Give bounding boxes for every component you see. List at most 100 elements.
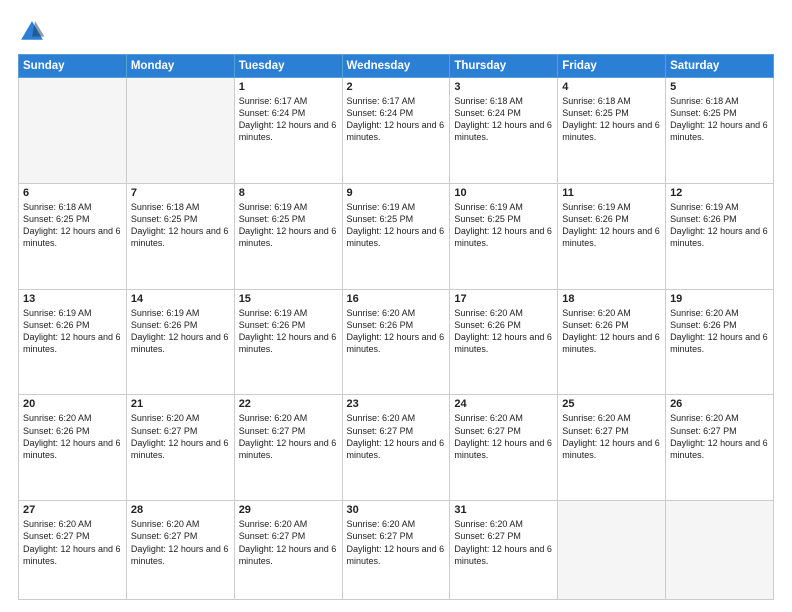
- day-info: Sunrise: 6:20 AM Sunset: 6:27 PM Dayligh…: [239, 518, 338, 567]
- day-number: 20: [23, 398, 122, 410]
- day-info: Sunrise: 6:20 AM Sunset: 6:27 PM Dayligh…: [131, 412, 230, 461]
- day-number: 7: [131, 187, 230, 199]
- calendar-cell: 19Sunrise: 6:20 AM Sunset: 6:26 PM Dayli…: [666, 289, 774, 395]
- calendar-cell: 31 Sunrise: 6:20 AM Sunset: 6:27 PM Dayli…: [450, 501, 558, 600]
- day-number: 4: [562, 81, 661, 93]
- calendar-header-friday: Friday: [558, 55, 666, 78]
- day-info: Sunrise: 6:20 AM Sunset: 6:27 PM Dayligh…: [347, 412, 446, 461]
- day-info: Sunrise: 6:19 AM Sunset: 6:26 PM Dayligh…: [23, 307, 122, 356]
- day-number: 2: [347, 81, 446, 93]
- day-info: Sunrise: 6:20 AM Sunset: 6:27 PM Dayligh…: [454, 518, 553, 567]
- day-number: 24: [454, 398, 553, 410]
- day-info: Sunrise: 6:19 AM Sunset: 6:25 PM Dayligh…: [239, 201, 338, 250]
- calendar-cell: 15Sunrise: 6:19 AM Sunset: 6:26 PM Dayli…: [234, 289, 342, 395]
- calendar-cell: 28 Sunrise: 6:20 AM Sunset: 6:27 PM Dayli…: [126, 501, 234, 600]
- calendar-cell: 13 Sunrise: 6:19 AM Sunset: 6:26 PM Dayli…: [19, 289, 127, 395]
- calendar-week-row: 20 Sunrise: 6:20 AM Sunset: 6:26 PM Dayli…: [19, 395, 774, 501]
- calendar-cell: 11 Sunrise: 6:19 AM Sunset: 6:26 PM Dayli…: [558, 183, 666, 289]
- day-number: 18: [562, 293, 661, 305]
- day-info: Sunrise: 6:19 AM Sunset: 6:26 PM Dayligh…: [239, 307, 338, 356]
- day-number: 12: [670, 187, 769, 199]
- calendar-cell: 26Sunrise: 6:20 AM Sunset: 6:27 PM Dayli…: [666, 395, 774, 501]
- day-number: 6: [23, 187, 122, 199]
- calendar-cell: 1 Sunrise: 6:17 AM Sunset: 6:24 PM Daylig…: [234, 78, 342, 184]
- day-info: Sunrise: 6:20 AM Sunset: 6:27 PM Dayligh…: [670, 412, 769, 461]
- calendar-header-sunday: Sunday: [19, 55, 127, 78]
- day-number: 29: [239, 504, 338, 516]
- calendar-cell: 4 Sunrise: 6:18 AM Sunset: 6:25 PM Daylig…: [558, 78, 666, 184]
- day-info: Sunrise: 6:18 AM Sunset: 6:25 PM Dayligh…: [131, 201, 230, 250]
- day-info: Sunrise: 6:20 AM Sunset: 6:27 PM Dayligh…: [131, 518, 230, 567]
- calendar-cell: [558, 501, 666, 600]
- day-info: Sunrise: 6:17 AM Sunset: 6:24 PM Dayligh…: [239, 95, 338, 144]
- day-number: 21: [131, 398, 230, 410]
- day-info: Sunrise: 6:20 AM Sunset: 6:26 PM Dayligh…: [454, 307, 553, 356]
- calendar-header-monday: Monday: [126, 55, 234, 78]
- day-number: 28: [131, 504, 230, 516]
- calendar-cell: [666, 501, 774, 600]
- calendar-header-tuesday: Tuesday: [234, 55, 342, 78]
- calendar-cell: 27 Sunrise: 6:20 AM Sunset: 6:27 PM Dayli…: [19, 501, 127, 600]
- calendar-week-row: 1 Sunrise: 6:17 AM Sunset: 6:24 PM Daylig…: [19, 78, 774, 184]
- day-info: Sunrise: 6:20 AM Sunset: 6:26 PM Dayligh…: [562, 307, 661, 356]
- day-info: Sunrise: 6:20 AM Sunset: 6:27 PM Dayligh…: [239, 412, 338, 461]
- calendar-cell: [19, 78, 127, 184]
- calendar-cell: 2 Sunrise: 6:17 AM Sunset: 6:24 PM Daylig…: [342, 78, 450, 184]
- calendar-cell: 3 Sunrise: 6:18 AM Sunset: 6:24 PM Daylig…: [450, 78, 558, 184]
- calendar-cell: 9 Sunrise: 6:19 AM Sunset: 6:25 PM Daylig…: [342, 183, 450, 289]
- calendar-cell: 7 Sunrise: 6:18 AM Sunset: 6:25 PM Daylig…: [126, 183, 234, 289]
- day-info: Sunrise: 6:20 AM Sunset: 6:27 PM Dayligh…: [454, 412, 553, 461]
- day-number: 27: [23, 504, 122, 516]
- day-info: Sunrise: 6:17 AM Sunset: 6:24 PM Dayligh…: [347, 95, 446, 144]
- day-number: 1: [239, 81, 338, 93]
- day-info: Sunrise: 6:20 AM Sunset: 6:26 PM Dayligh…: [670, 307, 769, 356]
- calendar-cell: 23 Sunrise: 6:20 AM Sunset: 6:27 PM Dayli…: [342, 395, 450, 501]
- day-info: Sunrise: 6:19 AM Sunset: 6:25 PM Dayligh…: [347, 201, 446, 250]
- day-info: Sunrise: 6:20 AM Sunset: 6:27 PM Dayligh…: [23, 518, 122, 567]
- calendar-week-row: 13 Sunrise: 6:19 AM Sunset: 6:26 PM Dayli…: [19, 289, 774, 395]
- calendar-cell: 25Sunrise: 6:20 AM Sunset: 6:27 PM Dayli…: [558, 395, 666, 501]
- calendar-cell: 6 Sunrise: 6:18 AM Sunset: 6:25 PM Daylig…: [19, 183, 127, 289]
- day-info: Sunrise: 6:19 AM Sunset: 6:26 PM Dayligh…: [562, 201, 661, 250]
- day-number: 17: [454, 293, 553, 305]
- day-info: Sunrise: 6:19 AM Sunset: 6:26 PM Dayligh…: [670, 201, 769, 250]
- day-number: 9: [347, 187, 446, 199]
- day-info: Sunrise: 6:20 AM Sunset: 6:27 PM Dayligh…: [347, 518, 446, 567]
- page: SundayMondayTuesdayWednesdayThursdayFrid…: [0, 0, 792, 612]
- day-number: 10: [454, 187, 553, 199]
- calendar-cell: 14Sunrise: 6:19 AM Sunset: 6:26 PM Dayli…: [126, 289, 234, 395]
- day-number: 16: [347, 293, 446, 305]
- calendar-cell: 30 Sunrise: 6:20 AM Sunset: 6:27 PM Dayli…: [342, 501, 450, 600]
- day-info: Sunrise: 6:18 AM Sunset: 6:25 PM Dayligh…: [562, 95, 661, 144]
- day-number: 8: [239, 187, 338, 199]
- header: [18, 18, 774, 46]
- day-info: Sunrise: 6:18 AM Sunset: 6:25 PM Dayligh…: [23, 201, 122, 250]
- day-number: 3: [454, 81, 553, 93]
- calendar-cell: 5Sunrise: 6:18 AM Sunset: 6:25 PM Daylig…: [666, 78, 774, 184]
- calendar-week-row: 27 Sunrise: 6:20 AM Sunset: 6:27 PM Dayli…: [19, 501, 774, 600]
- calendar-header-thursday: Thursday: [450, 55, 558, 78]
- day-info: Sunrise: 6:18 AM Sunset: 6:24 PM Dayligh…: [454, 95, 553, 144]
- day-number: 22: [239, 398, 338, 410]
- day-number: 11: [562, 187, 661, 199]
- calendar-cell: 22 Sunrise: 6:20 AM Sunset: 6:27 PM Dayli…: [234, 395, 342, 501]
- day-number: 13: [23, 293, 122, 305]
- day-info: Sunrise: 6:20 AM Sunset: 6:26 PM Dayligh…: [347, 307, 446, 356]
- calendar-header-row: SundayMondayTuesdayWednesdayThursdayFrid…: [19, 55, 774, 78]
- day-number: 31: [454, 504, 553, 516]
- calendar-week-row: 6 Sunrise: 6:18 AM Sunset: 6:25 PM Daylig…: [19, 183, 774, 289]
- day-number: 23: [347, 398, 446, 410]
- calendar-cell: 17 Sunrise: 6:20 AM Sunset: 6:26 PM Dayli…: [450, 289, 558, 395]
- logo: [18, 18, 50, 46]
- calendar-cell: 29 Sunrise: 6:20 AM Sunset: 6:27 PM Dayli…: [234, 501, 342, 600]
- logo-icon: [18, 18, 46, 46]
- calendar-cell: 10 Sunrise: 6:19 AM Sunset: 6:25 PM Dayli…: [450, 183, 558, 289]
- calendar-cell: 18 Sunrise: 6:20 AM Sunset: 6:26 PM Dayli…: [558, 289, 666, 395]
- calendar-cell: 24 Sunrise: 6:20 AM Sunset: 6:27 PM Dayli…: [450, 395, 558, 501]
- day-info: Sunrise: 6:20 AM Sunset: 6:26 PM Dayligh…: [23, 412, 122, 461]
- day-info: Sunrise: 6:19 AM Sunset: 6:25 PM Dayligh…: [454, 201, 553, 250]
- calendar-header-wednesday: Wednesday: [342, 55, 450, 78]
- day-info: Sunrise: 6:20 AM Sunset: 6:27 PM Dayligh…: [562, 412, 661, 461]
- day-number: 30: [347, 504, 446, 516]
- day-info: Sunrise: 6:18 AM Sunset: 6:25 PM Dayligh…: [670, 95, 769, 144]
